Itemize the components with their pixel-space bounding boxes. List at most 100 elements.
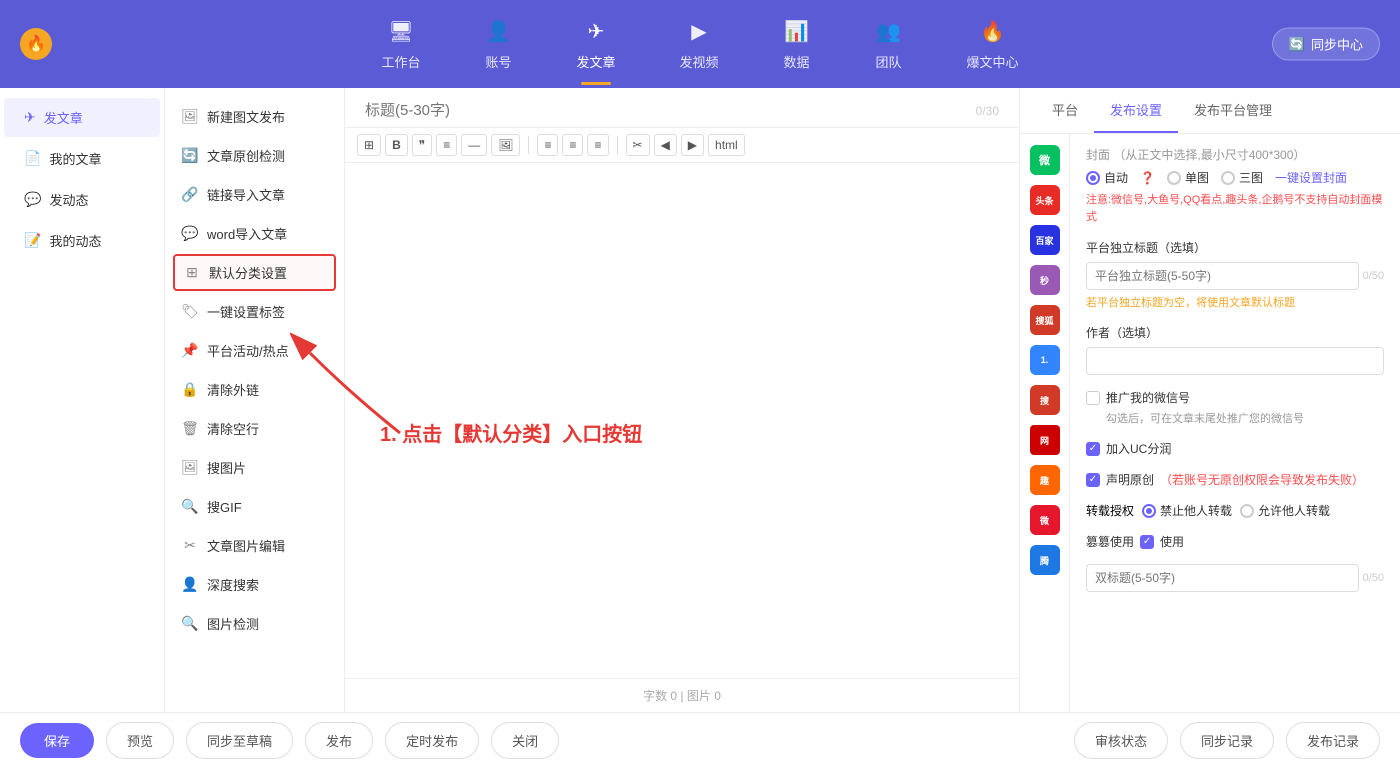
- settings-panel: 封面 （从正文中选择,最小尺寸400*300） 自动 ❓ 单图: [1070, 134, 1400, 712]
- platform-sohu2[interactable]: 搜: [1027, 382, 1063, 418]
- original-checkbox[interactable]: ✓: [1086, 473, 1100, 487]
- platform-tencent[interactable]: 腾: [1027, 542, 1063, 578]
- tb-align-left-btn[interactable]: ≡: [537, 134, 558, 156]
- platform-wangyi[interactable]: 网: [1027, 422, 1063, 458]
- author-input[interactable]: [1086, 347, 1384, 375]
- join-uc-section: ✓ 加入UC分润: [1086, 440, 1384, 457]
- my-dynamics-icon: 📝: [24, 232, 41, 249]
- platform-title-input[interactable]: [1086, 262, 1359, 290]
- platform-yidian[interactable]: 1.: [1027, 342, 1063, 378]
- tool-image-edit[interactable]: ✂ 文章图片编辑: [165, 527, 344, 564]
- one-click-cover-btn[interactable]: 一键设置封面: [1275, 169, 1347, 186]
- tb-pencil-btn[interactable]: ◀: [654, 134, 677, 156]
- tool-import-link[interactable]: 🔗 链接导入文章: [165, 176, 344, 213]
- tb-image-btn[interactable]: 🖼: [491, 134, 520, 156]
- platform-title-count: 0/50: [1363, 270, 1384, 282]
- app-logo: 🔥: [20, 28, 52, 60]
- editor-content[interactable]: [345, 163, 1019, 678]
- tab-platform-manage[interactable]: 发布平台管理: [1178, 88, 1288, 133]
- tb-quote-btn[interactable]: ❞: [412, 134, 432, 156]
- radio-triple[interactable]: 三图: [1221, 169, 1263, 186]
- tool-find-image[interactable]: 🖼 搜图片: [165, 449, 344, 486]
- comment-checkbox[interactable]: ✓: [1140, 535, 1154, 549]
- tool-default-category[interactable]: ⊞ 默认分类设置: [173, 254, 336, 291]
- tb-list-btn[interactable]: ≡: [436, 134, 457, 156]
- radio-allow-transfer[interactable]: 允许他人转载: [1240, 502, 1330, 519]
- tb-grid-btn[interactable]: ⊞: [357, 134, 381, 156]
- nav-item-publish[interactable]: ✈ 发文章: [544, 8, 647, 81]
- cover-options: 自动 ❓ 单图 三图 一键设置封面: [1086, 169, 1384, 186]
- import-word-icon: 💬: [181, 225, 199, 242]
- tool-clear-blank[interactable]: 🗑 清除空行: [165, 410, 344, 447]
- tool-image-detect[interactable]: 🔍 图片检测: [165, 605, 344, 642]
- tab-platform[interactable]: 平台: [1036, 88, 1094, 133]
- sync-log-button[interactable]: 同步记录: [1180, 722, 1274, 759]
- tool-import-word[interactable]: 💬 word导入文章: [165, 215, 344, 252]
- sync-center-button[interactable]: 🔄 同步中心: [1272, 28, 1380, 61]
- radio-forbid-transfer[interactable]: 禁止他人转载: [1142, 502, 1232, 519]
- tab-publish-settings[interactable]: 发布设置: [1094, 88, 1178, 133]
- platform-weibo[interactable]: 微: [1027, 502, 1063, 538]
- transfer-row: 转载授权 禁止他人转载 允许他人转载: [1086, 502, 1384, 519]
- audit-button[interactable]: 审核状态: [1074, 722, 1168, 759]
- tb-bold-btn[interactable]: B: [385, 134, 408, 156]
- platform-baijiahao[interactable]: 百家: [1027, 222, 1063, 258]
- publish-log-button[interactable]: 发布记录: [1286, 722, 1380, 759]
- tb-scissors-btn[interactable]: ✂: [626, 134, 650, 156]
- video-icon: ▶: [685, 18, 713, 46]
- tool-find-gif[interactable]: 🔍 搜GIF: [165, 488, 344, 525]
- sidebar-item-my-articles[interactable]: 📄 我的文章: [4, 139, 160, 178]
- platform-wechat[interactable]: 微: [1027, 142, 1063, 178]
- close-button[interactable]: 关闭: [491, 722, 559, 759]
- nav-item-workbench[interactable]: 🖥 工作台: [349, 8, 452, 81]
- nav-item-account[interactable]: 👤 账号: [452, 8, 544, 81]
- tool-deep-search[interactable]: 👤 深度搜索: [165, 566, 344, 603]
- preview-button[interactable]: 预览: [106, 722, 174, 759]
- nav-item-data[interactable]: 📊 数据: [751, 8, 843, 81]
- comment-use-label: 使用: [1160, 533, 1184, 550]
- toolbar-panel: 🖼 新建图文发布 🔄 文章原创检测 🔗 链接导入文章 💬 word导入文章 ⊞ …: [165, 88, 345, 712]
- join-uc-checkbox[interactable]: ✓: [1086, 442, 1100, 456]
- tb-align-center-btn[interactable]: ≡: [562, 134, 583, 156]
- tb-hr-btn[interactable]: —: [461, 134, 487, 156]
- dynamics-icon: 💬: [24, 191, 41, 208]
- tool-platform-activity[interactable]: 📌 平台活动/热点: [165, 332, 344, 369]
- deep-search-icon: 👤: [181, 576, 199, 593]
- platform-qutoutiao[interactable]: 趣: [1027, 462, 1063, 498]
- sync-draft-button[interactable]: 同步至草稿: [186, 722, 293, 759]
- tool-clear-links[interactable]: 🔒 清除外链: [165, 371, 344, 408]
- schedule-button[interactable]: 定时发布: [385, 722, 479, 759]
- sidebar-item-dynamics[interactable]: 💬 发动态: [4, 180, 160, 219]
- tb-undo-btn[interactable]: ▶: [681, 134, 704, 156]
- nav-item-team[interactable]: 👥 团队: [843, 8, 935, 81]
- tool-one-click-tag[interactable]: 🏷 一键设置标签: [165, 293, 344, 330]
- team-icon: 👥: [875, 18, 903, 46]
- nav-items: 🖥 工作台 👤 账号 ✈ 发文章 ▶ 发视频 📊 数据 👥 团队 🔥 爆文中心: [20, 8, 1380, 81]
- platform-toutiao[interactable]: 头条: [1027, 182, 1063, 218]
- sidebar-item-publish-article[interactable]: ✈ 发文章: [4, 98, 160, 137]
- nav-item-video[interactable]: ▶ 发视频: [648, 8, 751, 81]
- tool-new-image-post[interactable]: 🖼 新建图文发布: [165, 98, 344, 135]
- sidebar-item-my-dynamics[interactable]: 📝 我的动态: [4, 221, 160, 260]
- image-detect-icon: 🔍: [181, 615, 199, 632]
- one-click-tag-icon: 🏷: [181, 303, 199, 320]
- publish-icon: ✈: [582, 18, 610, 46]
- author-label: 作者（选填）: [1086, 324, 1384, 341]
- find-image-icon: 🖼: [181, 459, 199, 476]
- tb-html-btn[interactable]: html: [708, 134, 745, 156]
- platform-activity-icon: 📌: [181, 342, 199, 359]
- publish-button[interactable]: 发布: [305, 722, 373, 759]
- promote-wechat-hint: 勾选后，可在文章末尾处推广您的微信号: [1106, 410, 1384, 426]
- tool-original-check[interactable]: 🔄 文章原创检测: [165, 137, 344, 174]
- platform-miaopai[interactable]: 秒: [1027, 262, 1063, 298]
- double-title-input[interactable]: [1086, 564, 1359, 592]
- save-button[interactable]: 保存: [20, 723, 94, 758]
- nav-item-trending[interactable]: 🔥 爆文中心: [935, 8, 1051, 81]
- title-input[interactable]: [365, 102, 976, 119]
- promote-wechat-checkbox[interactable]: [1086, 391, 1100, 405]
- radio-single[interactable]: 单图: [1167, 169, 1209, 186]
- top-nav: 🔥 🖥 工作台 👤 账号 ✈ 发文章 ▶ 发视频 📊 数据 👥 团队 🔥 爆文: [0, 0, 1400, 88]
- radio-auto[interactable]: 自动: [1086, 169, 1128, 186]
- tb-align-right-btn[interactable]: ≡: [587, 134, 608, 156]
- platform-sohu[interactable]: 搜狐: [1027, 302, 1063, 338]
